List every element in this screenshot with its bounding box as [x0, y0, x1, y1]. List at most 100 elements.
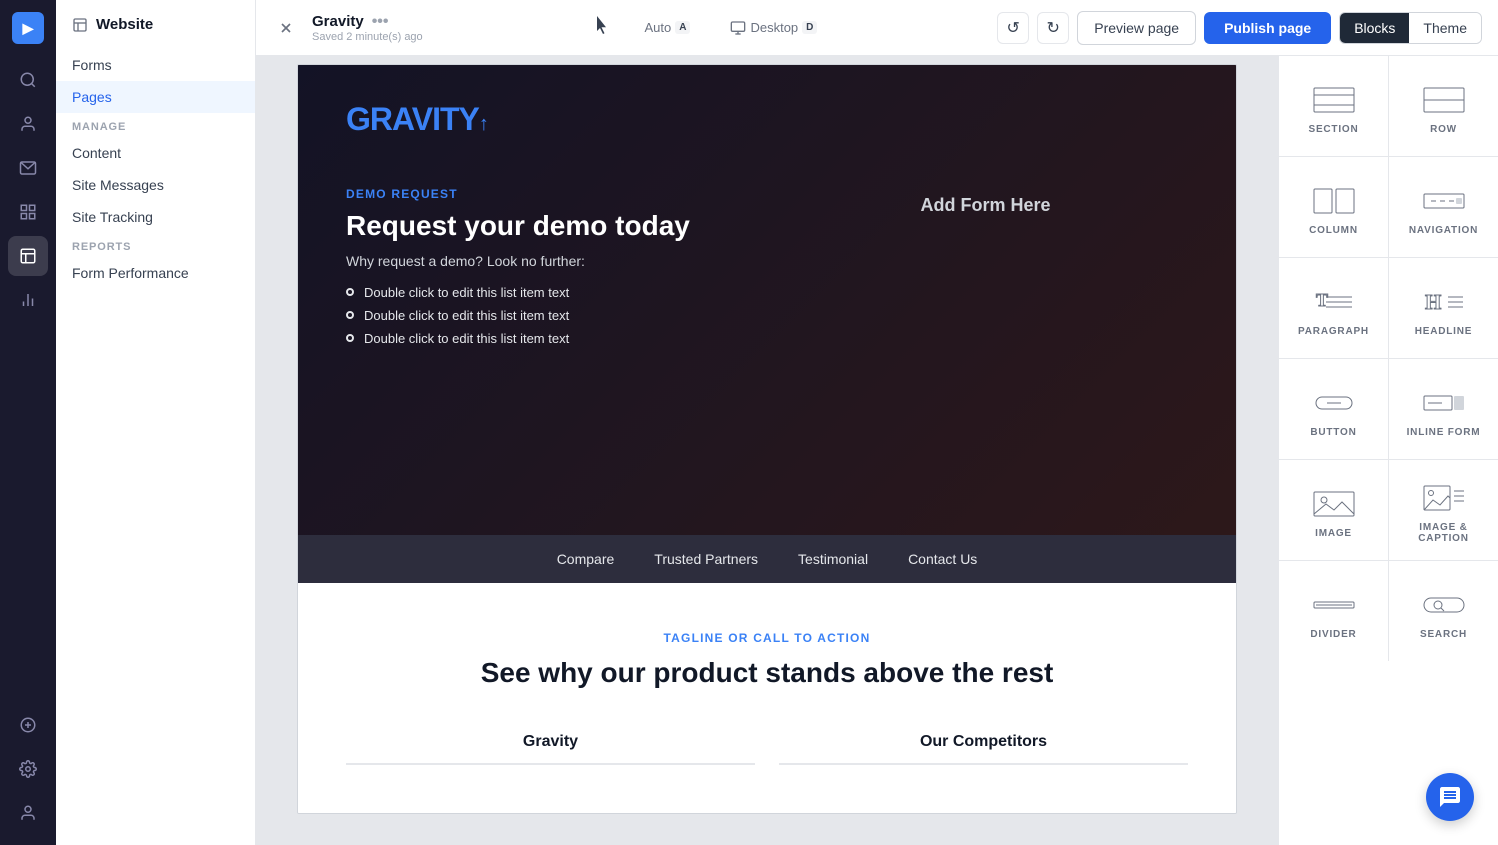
block-row[interactable]: ROW — [1389, 56, 1498, 156]
block-button[interactable]: BUTTON — [1279, 359, 1388, 459]
pages-icon-btn[interactable] — [8, 236, 48, 276]
list-item[interactable]: Double click to edit this list item text — [346, 331, 751, 346]
bullet-icon — [346, 334, 354, 342]
topbar: Gravity ••• Saved 2 minute(s) ago Auto A… — [256, 0, 1498, 56]
search-block-icon — [1422, 589, 1466, 621]
inline-form-block-icon — [1422, 387, 1466, 419]
canvas-area[interactable]: GRAVITY↑ DEMO REQUEST Request your demo … — [256, 56, 1278, 845]
sidebar-manage-header: MANAGE — [56, 113, 255, 137]
topbar-actions: ↺ ↻ Preview page Publish page Blocks The… — [997, 11, 1482, 45]
sidebar: Website Forms Pages MANAGE Content Site … — [56, 0, 256, 845]
sidebar-item-site-tracking[interactable]: Site Tracking — [56, 201, 255, 233]
mail-icon-btn[interactable] — [8, 148, 48, 188]
list-item[interactable]: Double click to edit this list item text — [346, 308, 751, 323]
bullet-icon — [346, 311, 354, 319]
nav-contact-us[interactable]: Contact Us — [908, 551, 977, 567]
nav-trusted-partners[interactable]: Trusted Partners — [654, 551, 758, 567]
image-block-icon — [1312, 488, 1356, 520]
desktop-icon — [730, 20, 746, 36]
profile-icon-btn[interactable] — [8, 793, 48, 833]
block-section-label: SECTION — [1308, 124, 1358, 135]
hero-title[interactable]: Request your demo today — [346, 209, 751, 243]
bullet-icon — [346, 288, 354, 296]
block-paragraph-label: PARAGRAPH — [1298, 326, 1369, 337]
sidebar-item-pages[interactable]: Pages — [56, 81, 255, 113]
nav-compare[interactable]: Compare — [557, 551, 615, 567]
desktop-device-button[interactable]: Desktop D — [722, 16, 825, 40]
sidebar-item-content[interactable]: Content — [56, 137, 255, 169]
redo-button[interactable]: ↻ — [1037, 12, 1069, 44]
theme-toggle-button[interactable]: Theme — [1409, 13, 1481, 43]
close-button[interactable] — [272, 14, 300, 42]
logo-cursor-icon: ↑ — [479, 113, 488, 135]
nav-testimonial[interactable]: Testimonial — [798, 551, 868, 567]
compare-grid: Gravity Our Competitors — [346, 721, 1188, 765]
svg-text:H: H — [1425, 290, 1441, 314]
button-block-icon — [1312, 387, 1356, 419]
block-divider-label: DIVIDER — [1310, 629, 1356, 640]
hero-right-col[interactable]: Add Form Here — [783, 187, 1188, 346]
block-inline-form[interactable]: INLINE FORM — [1389, 359, 1498, 459]
block-column-label: COLUMN — [1309, 225, 1358, 236]
hero-logo[interactable]: GRAVITY↑ — [346, 97, 1188, 139]
block-button-label: BUTTON — [1310, 427, 1356, 438]
block-section[interactable]: SECTION — [1279, 56, 1388, 156]
chart-icon-btn[interactable] — [8, 280, 48, 320]
editor-area: GRAVITY↑ DEMO REQUEST Request your demo … — [256, 56, 1498, 845]
block-search[interactable]: SEARCH — [1389, 561, 1498, 661]
block-headline-label: HEADLINE — [1415, 326, 1473, 337]
sidebar-title: Website — [96, 16, 153, 33]
chat-bubble-button[interactable] — [1426, 773, 1474, 821]
auto-device-button[interactable]: Auto A — [636, 16, 698, 39]
section-block-icon — [1312, 84, 1356, 116]
section-tag: TAGLINE OR CALL TO ACTION — [346, 631, 1188, 645]
settings-icon-btn[interactable] — [8, 749, 48, 789]
list-item[interactable]: Double click to edit this list item text — [346, 285, 751, 300]
divider-block-icon — [1312, 589, 1356, 621]
block-navigation[interactable]: NAVIGATION — [1389, 157, 1498, 257]
blocks-toggle-button[interactable]: Blocks — [1340, 13, 1409, 43]
page-title-area: Gravity ••• Saved 2 minute(s) ago — [312, 13, 423, 43]
block-row-label: ROW — [1430, 124, 1457, 135]
sidebar-item-forms[interactable]: Forms — [56, 49, 255, 81]
sidebar-item-form-performance[interactable]: Form Performance — [56, 257, 255, 289]
sidebar-item-site-messages[interactable]: Site Messages — [56, 169, 255, 201]
content-section: TAGLINE OR CALL TO ACTION See why our pr… — [298, 583, 1236, 813]
block-search-label: SEARCH — [1420, 629, 1467, 640]
publish-page-button[interactable]: Publish page — [1204, 12, 1331, 44]
paragraph-block-icon: T — [1312, 286, 1356, 318]
users-icon-btn[interactable] — [8, 104, 48, 144]
saved-status: Saved 2 minute(s) ago — [312, 31, 423, 43]
block-inline-form-label: INLINE FORM — [1407, 427, 1481, 438]
column-block-icon — [1312, 185, 1356, 217]
grid-icon-btn[interactable] — [8, 192, 48, 232]
sidebar-reports-header: REPORTS — [56, 233, 255, 257]
undo-button[interactable]: ↺ — [997, 12, 1029, 44]
hero-tag: DEMO REQUEST — [346, 187, 751, 201]
block-paragraph[interactable]: T PARAGRAPH — [1279, 258, 1388, 358]
preview-page-button[interactable]: Preview page — [1077, 11, 1196, 45]
page-canvas: GRAVITY↑ DEMO REQUEST Request your demo … — [297, 64, 1237, 814]
block-image[interactable]: IMAGE — [1279, 460, 1388, 560]
block-divider[interactable]: DIVIDER — [1279, 561, 1388, 661]
hero-section[interactable]: GRAVITY↑ DEMO REQUEST Request your demo … — [298, 65, 1236, 535]
add-icon-btn[interactable] — [8, 705, 48, 745]
section-title[interactable]: See why our product stands above the res… — [346, 657, 1188, 689]
search-icon-btn[interactable] — [8, 60, 48, 100]
block-navigation-label: NAVIGATION — [1409, 225, 1478, 236]
block-headline[interactable]: H HEADLINE — [1389, 258, 1498, 358]
main-area: Gravity ••• Saved 2 minute(s) ago Auto A… — [256, 0, 1498, 845]
form-placeholder: Add Form Here — [920, 195, 1050, 216]
page-options-button[interactable]: ••• — [372, 13, 389, 31]
hero-left-col: DEMO REQUEST Request your demo today Why… — [346, 187, 751, 346]
hero-list: Double click to edit this list item text… — [346, 285, 751, 346]
hero-subtitle[interactable]: Why request a demo? Look no further: — [346, 253, 751, 269]
block-column[interactable]: COLUMN — [1279, 157, 1388, 257]
app-logo[interactable]: ▶ — [12, 12, 44, 44]
cursor-icon — [594, 16, 612, 40]
website-icon — [72, 17, 88, 33]
block-image-caption[interactable]: IMAGE & CAPTION — [1389, 460, 1498, 560]
navigation-block-icon — [1422, 185, 1466, 217]
compare-col1-header: Gravity — [346, 721, 755, 765]
blocks-panel: SECTION ROW COLUMN — [1278, 56, 1498, 845]
